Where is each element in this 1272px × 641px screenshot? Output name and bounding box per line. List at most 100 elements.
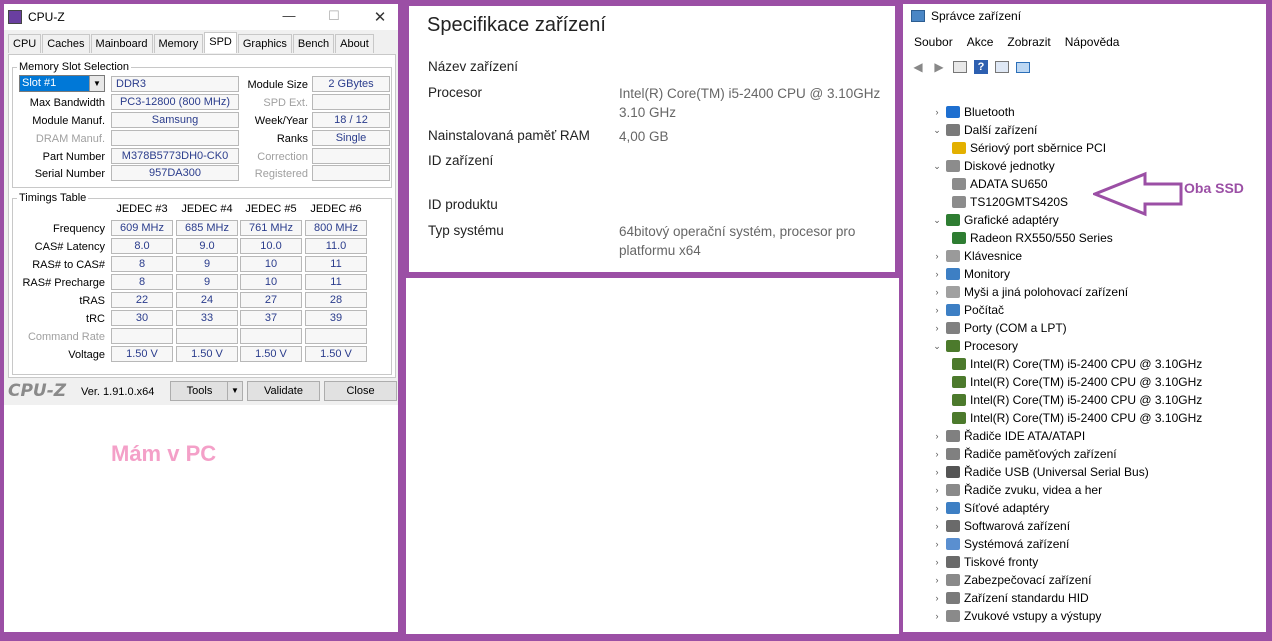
device-tree-item[interactable]: ⌄ Diskové jednotky: [932, 157, 1055, 175]
slot-select[interactable]: Slot #1 ▼: [19, 75, 105, 92]
device-tree-item[interactable]: › Řadiče zvuku, videa a her: [932, 481, 1103, 499]
manuf-label: Module Manuf.: [32, 115, 105, 127]
chevron-right-icon[interactable]: ›: [932, 251, 942, 261]
spec-value-system-type: 64bitový operační systém, procesor pro p…: [619, 224, 856, 258]
tab-cpu[interactable]: CPU: [8, 34, 42, 53]
device-tree-item[interactable]: Radeon RX550/550 Series: [952, 229, 1113, 247]
disk-drives-icon: [946, 160, 960, 172]
device-tree-item[interactable]: › Řadiče paměťových zařízení: [932, 445, 1117, 463]
chevron-right-icon[interactable]: ›: [932, 305, 942, 315]
device-tree-item[interactable]: › Systémová zařízení: [932, 535, 1070, 553]
chevron-right-icon[interactable]: ›: [932, 431, 942, 441]
timing-col-header: JEDEC #4: [181, 203, 233, 215]
spec-label-device-id: ID zařízení: [428, 153, 494, 168]
chevron-right-icon[interactable]: ›: [932, 449, 942, 459]
device-tree-item[interactable]: Sériový port sběrnice PCI: [952, 139, 1106, 157]
chevron-right-icon[interactable]: ›: [932, 575, 942, 585]
chevron-right-icon[interactable]: ›: [932, 503, 942, 513]
device-tree-item[interactable]: › Klávesnice: [932, 247, 1023, 265]
timing-cell: 8: [111, 274, 173, 290]
device-tree-item[interactable]: ADATA SU650: [952, 175, 1048, 193]
timing-cell: 10: [240, 274, 302, 290]
device-tree-item[interactable]: Intel(R) Core(TM) i5-2400 CPU @ 3.10GHz: [952, 373, 1202, 391]
device-tree-item[interactable]: › Řadiče IDE ATA/ATAPI: [932, 427, 1086, 445]
timing-cell: 30: [111, 310, 173, 326]
maximize-icon[interactable]: ☐: [324, 8, 344, 24]
chevron-right-icon[interactable]: ›: [932, 323, 942, 333]
device-tree-item[interactable]: › Zvukové vstupy a výstupy: [932, 607, 1102, 625]
tools-button[interactable]: Tools ▼: [170, 381, 243, 401]
chevron-right-icon[interactable]: ›: [932, 611, 942, 621]
menu-view[interactable]: Zobrazit: [1007, 35, 1050, 49]
timing-row-label: Voltage: [68, 349, 105, 361]
device-tree-item[interactable]: › Tiskové fronty: [932, 553, 1039, 571]
chevron-down-icon[interactable]: ⌄: [932, 125, 942, 136]
chevron-right-icon[interactable]: ›: [932, 593, 942, 603]
timing-cell: 1.50 V: [111, 346, 173, 362]
timing-cell: [305, 328, 367, 344]
device-tree-item[interactable]: › Bluetooth: [932, 103, 1015, 121]
device-tree-label: Sériový port sběrnice PCI: [970, 141, 1107, 155]
device-tree-item[interactable]: › Softwarová zařízení: [932, 517, 1071, 535]
chevron-right-icon[interactable]: ›: [932, 287, 942, 297]
chevron-down-icon[interactable]: ▼: [227, 382, 242, 400]
chevron-right-icon[interactable]: ›: [932, 485, 942, 495]
device-tree-item[interactable]: ⌄ Grafické adaptéry: [932, 211, 1059, 229]
spd-panel: Memory Slot Selection Slot #1 ▼ DDR3 Mod…: [8, 54, 396, 378]
device-tree-label: Síťové adaptéry: [964, 501, 1050, 515]
validate-button[interactable]: Validate: [247, 381, 320, 401]
back-icon[interactable]: ◀: [909, 59, 927, 75]
device-tree-item[interactable]: › Síťové adaptéry: [932, 499, 1050, 517]
chevron-right-icon[interactable]: ›: [932, 539, 942, 549]
chevron-right-icon[interactable]: ›: [932, 107, 942, 117]
chevron-down-icon[interactable]: ⌄: [932, 341, 942, 352]
device-tree-item[interactable]: › Zabezpečovací zařízení: [932, 571, 1092, 589]
device-tree-label: Další zařízení: [964, 123, 1038, 137]
tab-mainboard[interactable]: Mainboard: [90, 34, 153, 53]
tab-caches[interactable]: Caches: [42, 34, 90, 53]
chevron-right-icon[interactable]: ›: [932, 557, 942, 567]
ranks-value: Single: [312, 130, 390, 146]
tab-spd[interactable]: SPD: [204, 32, 237, 53]
device-tree-item[interactable]: TS120GMTS420S: [952, 193, 1068, 211]
close-button[interactable]: Close: [324, 381, 397, 401]
monitor-icon: [946, 268, 960, 280]
close-icon[interactable]: ✕: [370, 8, 390, 26]
device-tree-item[interactable]: › Zařízení standardu HID: [932, 589, 1089, 607]
chevron-down-icon[interactable]: ⌄: [932, 215, 942, 226]
tab-bench[interactable]: Bench: [292, 34, 335, 53]
properties-icon[interactable]: [951, 59, 969, 75]
device-tree-label: Řadiče IDE ATA/ATAPI: [964, 429, 1086, 443]
tab-memory[interactable]: Memory: [153, 34, 204, 53]
device-tree-item[interactable]: ⌄ Další zařízení: [932, 121, 1037, 139]
forward-icon[interactable]: ▶: [930, 59, 948, 75]
chevron-down-icon[interactable]: ▼: [89, 76, 104, 91]
device-tree-label: Myši a jiná polohovací zařízení: [964, 285, 1129, 299]
scan-hardware-icon[interactable]: [1014, 59, 1032, 75]
minimize-icon[interactable]: —: [279, 8, 299, 23]
port-icon: [946, 322, 960, 334]
device-tree-item[interactable]: › Monitory: [932, 265, 1011, 283]
device-tree-item[interactable]: › Porty (COM a LPT): [932, 319, 1067, 337]
tab-about[interactable]: About: [335, 34, 374, 53]
spec-value-processor: Intel(R) Core(TM) i5-2400 CPU @ 3.10GHz …: [619, 86, 881, 120]
help-icon[interactable]: ?: [972, 59, 990, 75]
device-tree-item[interactable]: › Počítač: [932, 301, 1005, 319]
device-tree-item[interactable]: Intel(R) Core(TM) i5-2400 CPU @ 3.10GHz: [952, 409, 1202, 427]
timing-cell: 33: [176, 310, 238, 326]
device-tree-label: TS120GMTS420S: [970, 195, 1069, 209]
device-tree-item[interactable]: Intel(R) Core(TM) i5-2400 CPU @ 3.10GHz: [952, 391, 1202, 409]
view-icon[interactable]: [993, 59, 1011, 75]
device-tree-item[interactable]: ⌄ Procesory: [932, 337, 1018, 355]
chevron-right-icon[interactable]: ›: [932, 269, 942, 279]
chevron-right-icon[interactable]: ›: [932, 521, 942, 531]
menu-file[interactable]: Soubor: [914, 35, 953, 49]
device-tree-item[interactable]: Intel(R) Core(TM) i5-2400 CPU @ 3.10GHz: [952, 355, 1202, 373]
chevron-down-icon[interactable]: ⌄: [932, 161, 942, 172]
tab-graphics[interactable]: Graphics: [237, 34, 292, 53]
menu-action[interactable]: Akce: [967, 35, 994, 49]
menu-help[interactable]: Nápověda: [1065, 35, 1120, 49]
device-tree-item[interactable]: › Myši a jiná polohovací zařízení: [932, 283, 1129, 301]
chevron-right-icon[interactable]: ›: [932, 467, 942, 477]
device-tree-item[interactable]: › Řadiče USB (Universal Serial Bus): [932, 463, 1149, 481]
